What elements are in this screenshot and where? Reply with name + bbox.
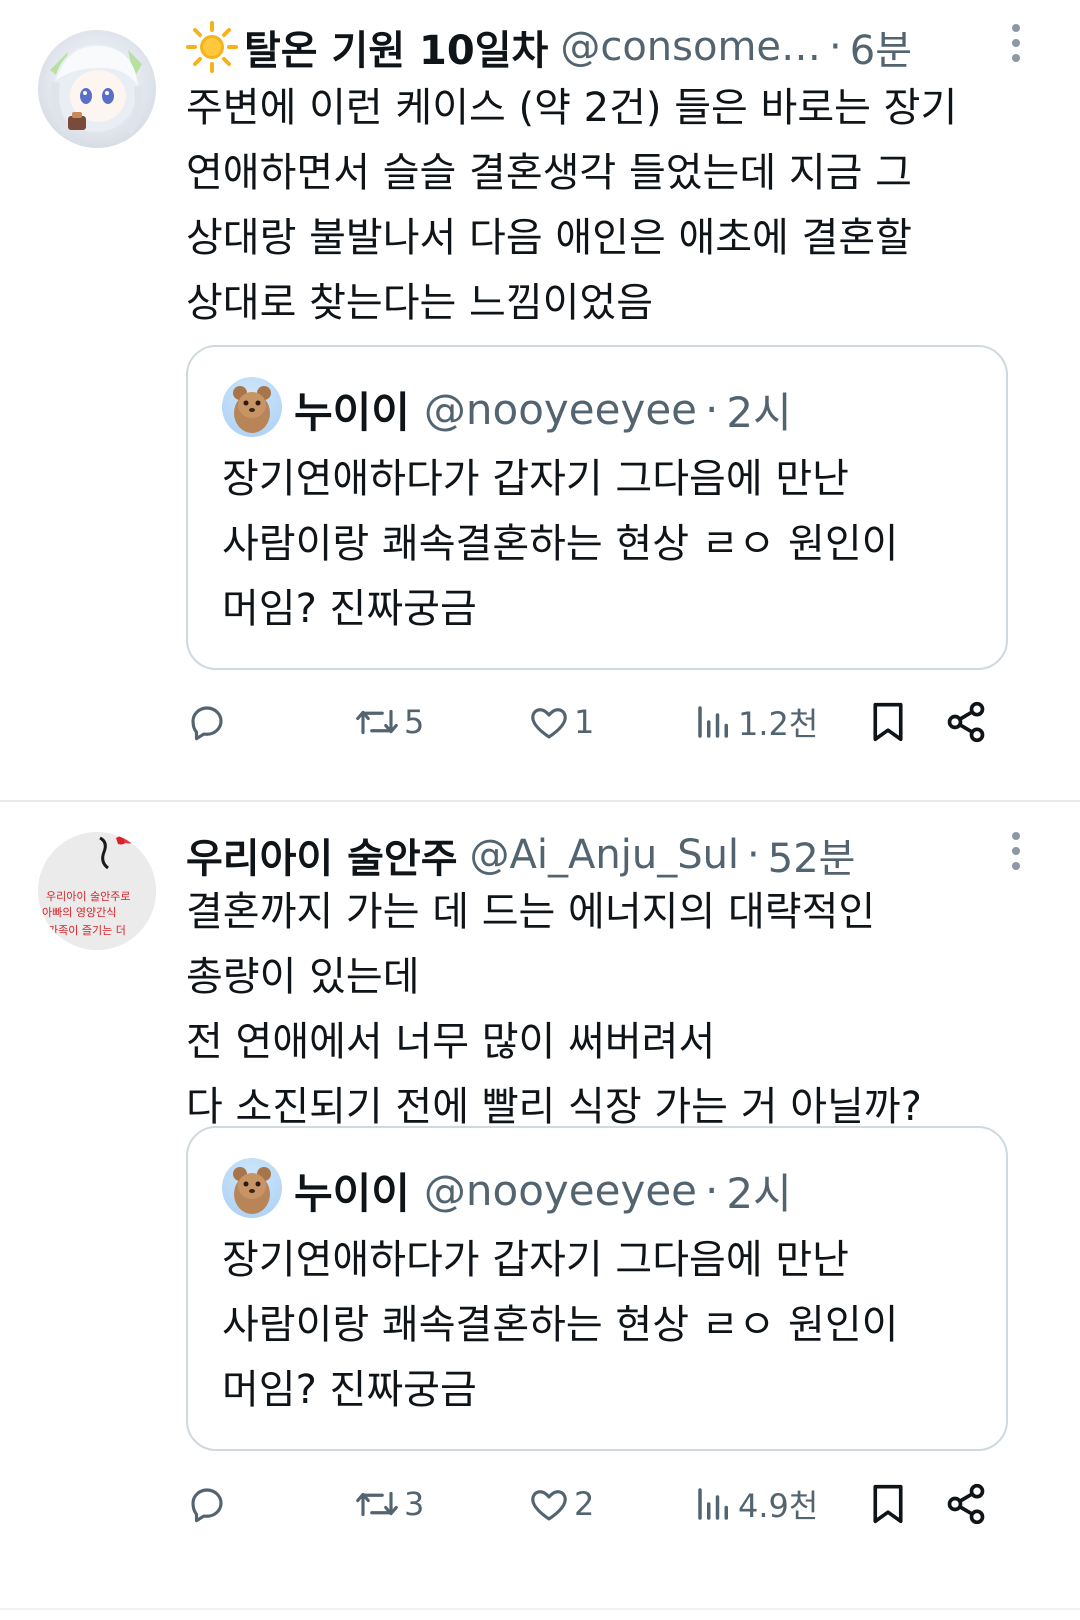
anime-avatar-illustration (50, 44, 143, 135)
reply-icon (191, 1488, 223, 1523)
separator-dot: · (705, 384, 719, 434)
avatar[interactable]: 우리아이 술안주로 아빠의 영양간식 가족이 즐기는 더 (38, 832, 156, 950)
retweet-count: 5 (404, 703, 425, 741)
timestamp: 2시 (726, 1168, 792, 1218)
avatar-brand-text: 아빠의 영양간식 (42, 906, 116, 919)
retweet-count: 3 (404, 1485, 425, 1523)
share-button[interactable] (944, 692, 988, 752)
separator-dot: · (829, 24, 842, 70)
bookmark-button[interactable] (868, 1474, 908, 1534)
quoted-tweet[interactable]: 누이이 @nooyeeyee · 2시 장기연애하다가 갑자기 그다음에 만난 … (186, 345, 1008, 670)
share-button[interactable] (944, 1474, 988, 1534)
user-handle: @nooyeeyee (423, 384, 698, 434)
quokka-avatar-image (233, 386, 271, 433)
quoted-tweet-text: 장기연애하다가 갑자기 그다음에 만난 사람이랑 쾌속결혼하는 현상 ㄹㅇ 원인… (222, 456, 899, 632)
like-count: 2 (574, 1485, 595, 1523)
reply-button[interactable] (186, 1474, 232, 1534)
quoted-tweet-header: 누이이 @nooyeeyee · 2시 (294, 1158, 792, 1222)
display-name[interactable]: 탈온 기원 10일차 (244, 18, 548, 76)
tweet-divider (0, 1608, 1080, 1610)
share-icon (947, 701, 985, 743)
action-bar: 3 2 4.9천 (0, 1474, 1080, 1534)
display-name: 누이이 (294, 1168, 410, 1218)
timestamp[interactable]: 52분 (768, 826, 856, 884)
more-icon[interactable] (1006, 24, 1026, 74)
bookmark-icon (873, 1484, 903, 1524)
brand-avatar-image: 우리아이 술안주로 아빠의 영양간식 가족이 즐기는 더 (38, 832, 156, 950)
reply-icon (191, 706, 223, 741)
retweet-button[interactable]: 3 (354, 1474, 424, 1534)
bookmark-icon (873, 702, 903, 742)
timestamp: 2시 (726, 387, 792, 437)
view-count: 1.2천 (738, 705, 819, 743)
quoted-tweet-text: 장기연애하다가 갑자기 그다음에 만난 사람이랑 쾌속결혼하는 현상 ㄹㅇ 원인… (222, 1237, 899, 1413)
avatar (222, 1158, 282, 1218)
more-icon[interactable] (1006, 832, 1026, 882)
user-handle[interactable]: @consome… (560, 24, 821, 70)
views-icon (698, 1488, 728, 1520)
quoted-tweet-header: 누이이 @nooyeeyee · 2시 (294, 377, 792, 441)
retweet-button[interactable]: 5 (354, 692, 424, 752)
bookmark-button[interactable] (868, 692, 908, 752)
reply-button[interactable] (186, 692, 232, 752)
views-icon (698, 706, 728, 738)
views-button[interactable]: 1.2천 (694, 692, 818, 752)
tweet[interactable]: 우리아이 술안주로 아빠의 영양간식 가족이 즐기는 더 우리아이 술안주 @A… (0, 808, 1080, 1608)
tweet-header: 탈온 기원 10일차 @consome… · 6분 (186, 12, 970, 82)
tweet[interactable]: 탈온 기원 10일차 @consome… · 6분 주변에 이런 케이스 (약 … (0, 0, 1080, 800)
user-handle[interactable]: @Ai_Anju_Sul (470, 832, 740, 878)
view-count: 4.9천 (738, 1487, 819, 1525)
views-button[interactable]: 4.9천 (694, 1474, 818, 1534)
display-name: 누이이 (294, 387, 410, 437)
like-button[interactable]: 1 (528, 692, 594, 752)
avatar-brand-text: 가족이 즐기는 더 (48, 924, 126, 937)
user-handle: @nooyeeyee (423, 1165, 698, 1215)
quoted-tweet[interactable]: 누이이 @nooyeeyee · 2시 장기연애하다가 갑자기 그다음에 만난 … (186, 1126, 1008, 1451)
separator-dot: · (705, 1165, 719, 1215)
retweet-icon (356, 1491, 398, 1517)
separator-dot: · (747, 832, 760, 878)
share-icon (947, 1483, 985, 1525)
like-button[interactable]: 2 (528, 1474, 594, 1534)
heart-icon (531, 708, 567, 739)
avatar (222, 377, 282, 437)
avatar-brand-text: 우리아이 술안주로 (46, 890, 130, 903)
retweet-icon (356, 709, 398, 735)
heart-icon (531, 1490, 567, 1521)
tweet-text: 결혼까지 가는 데 드는 에너지의 대략적인 총량이 있는데 전 연애에서 너무… (186, 889, 922, 1130)
tweet-divider (0, 800, 1080, 802)
like-count: 1 (574, 703, 595, 741)
display-name[interactable]: 우리아이 술안주 (186, 826, 458, 884)
timestamp[interactable]: 6분 (850, 18, 912, 76)
quokka-avatar-image (233, 1167, 271, 1214)
tweet-text: 주변에 이런 케이스 (약 2건) 들은 바로는 장기 연애하면서 슬슬 결혼생… (186, 85, 958, 326)
action-bar: 5 1 1.2천 (0, 692, 1080, 752)
avatar[interactable] (38, 30, 156, 148)
sun-icon (186, 21, 238, 73)
